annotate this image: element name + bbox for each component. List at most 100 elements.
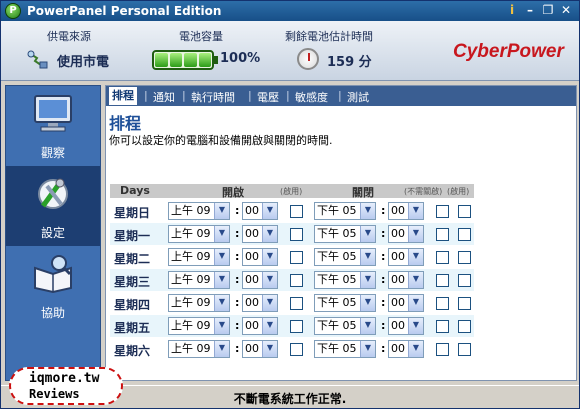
tab-test[interactable]: 測試 xyxy=(347,89,369,105)
on-minute-select[interactable]: 00 ▼ xyxy=(242,225,278,243)
on-minute-value: 00 xyxy=(245,342,259,355)
off-hour-value: 下午 05 xyxy=(317,250,357,263)
off-minute-value: 00 xyxy=(391,204,405,217)
on-enable-checkbox[interactable] xyxy=(290,228,303,241)
on-minute-select[interactable]: 00 ▼ xyxy=(242,248,278,266)
tab-schedule[interactable]: 排程 xyxy=(109,87,137,105)
chevron-down-icon: ▼ xyxy=(262,272,277,288)
on-enable-checkbox[interactable] xyxy=(290,320,303,333)
off-enable-checkbox[interactable] xyxy=(458,205,471,218)
off-no-shutdown-checkbox[interactable] xyxy=(436,274,449,287)
off-hour-value: 下午 05 xyxy=(317,273,357,286)
runtime-label: 剩餘電池估計時間 xyxy=(285,30,373,43)
tab-voltage[interactable]: 電壓 xyxy=(257,89,279,105)
on-hour-select[interactable]: 上午 09 ▼ xyxy=(168,340,230,358)
brand-logo: CyberPower xyxy=(453,41,564,62)
chevron-down-icon: ▼ xyxy=(408,249,423,265)
off-no-shutdown-checkbox[interactable] xyxy=(436,205,449,218)
sidebar-item-observe[interactable]: 觀察 xyxy=(6,86,100,166)
tools-icon xyxy=(38,178,68,209)
tab-runtime[interactable]: 執行時間 xyxy=(191,89,235,105)
off-hour-select[interactable]: 下午 05 ▼ xyxy=(314,271,376,289)
off-hour-select[interactable]: 下午 05 ▼ xyxy=(314,248,376,266)
on-minute-select[interactable]: 00 ▼ xyxy=(242,294,278,312)
off-hour-select[interactable]: 下午 05 ▼ xyxy=(314,225,376,243)
off-no-shutdown-checkbox[interactable] xyxy=(436,297,449,310)
table-row: 星期二 上午 09 ▼:00 ▼ 下午 05 ▼:00 ▼ xyxy=(110,246,474,268)
sidebar-item-settings[interactable]: 設定 xyxy=(6,166,100,246)
chevron-down-icon: ▼ xyxy=(262,341,277,357)
main-content: 排程 | 通知 | 執行時間 | 電壓 | 敏感度 | 測試 排程 你可以設定你… xyxy=(105,85,577,381)
off-no-shutdown-checkbox[interactable] xyxy=(436,320,449,333)
off-enable-checkbox[interactable] xyxy=(458,228,471,241)
col-off: 關閉 xyxy=(352,186,374,199)
off-hour-value: 下午 05 xyxy=(317,296,357,309)
off-enable-checkbox[interactable] xyxy=(458,251,471,264)
on-hour-select[interactable]: 上午 09 ▼ xyxy=(168,248,230,266)
off-minute-select[interactable]: 00 ▼ xyxy=(388,340,424,358)
off-no-shutdown-checkbox[interactable] xyxy=(436,343,449,356)
off-hour-value: 下午 05 xyxy=(317,319,357,332)
minimize-button[interactable]: – xyxy=(522,3,538,18)
on-enable-checkbox[interactable] xyxy=(290,297,303,310)
off-enable-checkbox[interactable] xyxy=(458,320,471,333)
sidebar-item-help[interactable]: 協助 xyxy=(6,246,100,326)
off-minute-select[interactable]: 00 ▼ xyxy=(388,271,424,289)
on-hour-value: 上午 09 xyxy=(171,319,211,332)
off-minute-select[interactable]: 00 ▼ xyxy=(388,225,424,243)
on-hour-select[interactable]: 上午 09 ▼ xyxy=(168,294,230,312)
off-minute-value: 00 xyxy=(391,319,405,332)
off-hour-select[interactable]: 下午 05 ▼ xyxy=(314,294,376,312)
chevron-down-icon: ▼ xyxy=(408,203,423,219)
tab-notify[interactable]: 通知 xyxy=(153,89,175,105)
chevron-down-icon: ▼ xyxy=(214,272,229,288)
table-row: 星期日 上午 09 ▼:00 ▼ 下午 05 ▼:00 ▼ xyxy=(110,200,474,222)
on-minute-select[interactable]: 00 ▼ xyxy=(242,340,278,358)
off-no-shutdown-checkbox[interactable] xyxy=(436,228,449,241)
on-hour-select[interactable]: 上午 09 ▼ xyxy=(168,317,230,335)
page-description: 你可以設定你的電腦和設備開啟與關閉的時間. xyxy=(109,134,333,147)
on-minute-value: 00 xyxy=(245,296,259,309)
off-no-shutdown-checkbox[interactable] xyxy=(436,251,449,264)
on-minute-select[interactable]: 00 ▼ xyxy=(242,202,278,220)
on-hour-select[interactable]: 上午 09 ▼ xyxy=(168,271,230,289)
on-hour-select[interactable]: 上午 09 ▼ xyxy=(168,202,230,220)
chevron-down-icon: ▼ xyxy=(214,226,229,242)
on-minute-select[interactable]: 00 ▼ xyxy=(242,317,278,335)
on-enable-checkbox[interactable] xyxy=(290,343,303,356)
close-button[interactable]: ✕ xyxy=(558,3,574,18)
on-enable-checkbox[interactable] xyxy=(290,205,303,218)
off-enable-checkbox[interactable] xyxy=(458,274,471,287)
off-minute-select[interactable]: 00 ▼ xyxy=(388,294,424,312)
on-enable-checkbox[interactable] xyxy=(290,251,303,264)
off-hour-value: 下午 05 xyxy=(317,227,357,240)
off-enable-checkbox[interactable] xyxy=(458,343,471,356)
window-title: PowerPanel Personal Edition xyxy=(27,4,222,18)
chevron-down-icon: ▼ xyxy=(262,226,277,242)
off-hour-select[interactable]: 下午 05 ▼ xyxy=(314,317,376,335)
monitor-icon xyxy=(34,95,72,132)
plug-icon xyxy=(27,50,48,69)
off-minute-select[interactable]: 00 ▼ xyxy=(388,248,424,266)
info-button[interactable]: i xyxy=(504,3,520,18)
col-on: 開啟 xyxy=(222,186,244,199)
table-row: 星期一 上午 09 ▼:00 ▼ 下午 05 ▼:00 ▼ xyxy=(110,223,474,245)
chevron-down-icon: ▼ xyxy=(360,203,375,219)
on-hour-select[interactable]: 上午 09 ▼ xyxy=(168,225,230,243)
off-enable-checkbox[interactable] xyxy=(458,297,471,310)
table-row: 星期三 上午 09 ▼:00 ▼ 下午 05 ▼:00 ▼ xyxy=(110,269,474,291)
app-window: P PowerPanel Personal Edition i – ❐ ✕ 供電… xyxy=(0,0,580,409)
runtime-value: 159 分 xyxy=(327,55,372,70)
off-minute-select[interactable]: 00 ▼ xyxy=(388,317,424,335)
off-minute-value: 00 xyxy=(391,342,405,355)
col-off-enable: (啟用) xyxy=(447,187,470,196)
on-enable-checkbox[interactable] xyxy=(290,274,303,287)
off-hour-value: 下午 05 xyxy=(317,342,357,355)
day-label: 星期二 xyxy=(114,252,151,266)
off-hour-select[interactable]: 下午 05 ▼ xyxy=(314,340,376,358)
off-minute-select[interactable]: 00 ▼ xyxy=(388,202,424,220)
tab-sensitivity[interactable]: 敏感度 xyxy=(295,89,328,105)
on-minute-select[interactable]: 00 ▼ xyxy=(242,271,278,289)
off-hour-select[interactable]: 下午 05 ▼ xyxy=(314,202,376,220)
restore-button[interactable]: ❐ xyxy=(540,3,556,18)
